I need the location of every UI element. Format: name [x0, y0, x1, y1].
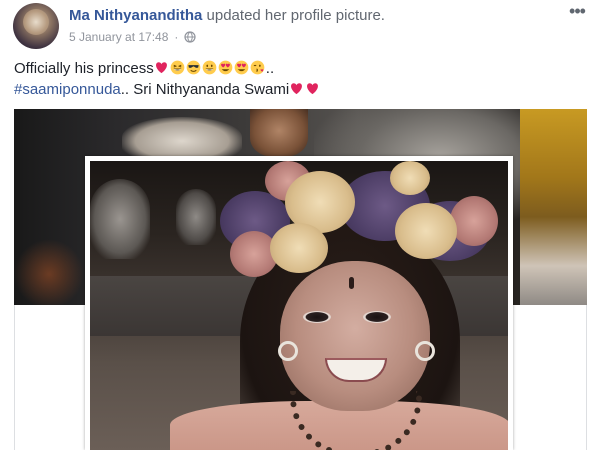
photo-necklace [290, 391, 422, 450]
meta-separator: · [174, 30, 179, 44]
photo-face [280, 261, 430, 411]
photo-bindi [349, 277, 354, 289]
heart-eyes-emoji [234, 60, 249, 75]
post-caption: Officially his princess.. #saamiponnuda.… [14, 58, 589, 100]
author-avatar[interactable] [13, 3, 59, 49]
red-heart-emoji [307, 83, 319, 95]
smiling-face-with-sunglasses-emoji [186, 60, 201, 75]
cover-light [14, 239, 84, 305]
post-action-text: updated her profile picture. [206, 7, 385, 24]
caption-line-1: Officially his princess.. [14, 58, 589, 79]
cover-crown [122, 117, 242, 157]
hashtag-link[interactable]: #saamiponnuda [14, 81, 121, 98]
profile-photo-image [90, 161, 508, 450]
flower-crown-flower [270, 223, 328, 273]
profile-picture[interactable] [85, 156, 513, 450]
cover-gold-ornament [520, 109, 587, 305]
avatar-image [23, 9, 49, 35]
caption-text-2: .. Sri Nithyananda Swami [120, 81, 290, 98]
globe-icon[interactable] [184, 31, 197, 43]
photo-chair [90, 179, 150, 259]
caption-text: Officially his princess [14, 60, 154, 77]
flower-crown-flower [390, 161, 430, 195]
caption-line-2: #saamiponnuda.. Sri Nithyananda Swami [14, 79, 589, 100]
flower-crown-flower [450, 196, 498, 246]
photo-eye [363, 311, 391, 323]
post-timestamp[interactable]: 5 January at 17:48 [69, 30, 168, 44]
photo-earring [278, 341, 298, 361]
grinning-face-emoji [202, 60, 217, 75]
caption-suffix: .. [265, 60, 275, 77]
grinning-squinting-face-emoji [170, 60, 185, 75]
red-heart-emoji [291, 83, 303, 95]
photo-chair [176, 189, 216, 245]
more-options-icon[interactable]: ••• [566, 2, 588, 22]
post-header: Ma Nithyananditha updated her profile pi… [69, 7, 385, 24]
post-meta: 5 January at 17:48 · [69, 30, 197, 44]
author-name-link[interactable]: Ma Nithyananditha [69, 7, 202, 24]
flower-crown-flower [395, 203, 457, 259]
cover-face [250, 109, 308, 157]
face-blowing-kiss-emoji [250, 60, 265, 75]
red-heart-emoji [155, 62, 167, 74]
photo-eye [303, 311, 331, 323]
photo-earring [415, 341, 435, 361]
heart-eyes-emoji [218, 60, 233, 75]
